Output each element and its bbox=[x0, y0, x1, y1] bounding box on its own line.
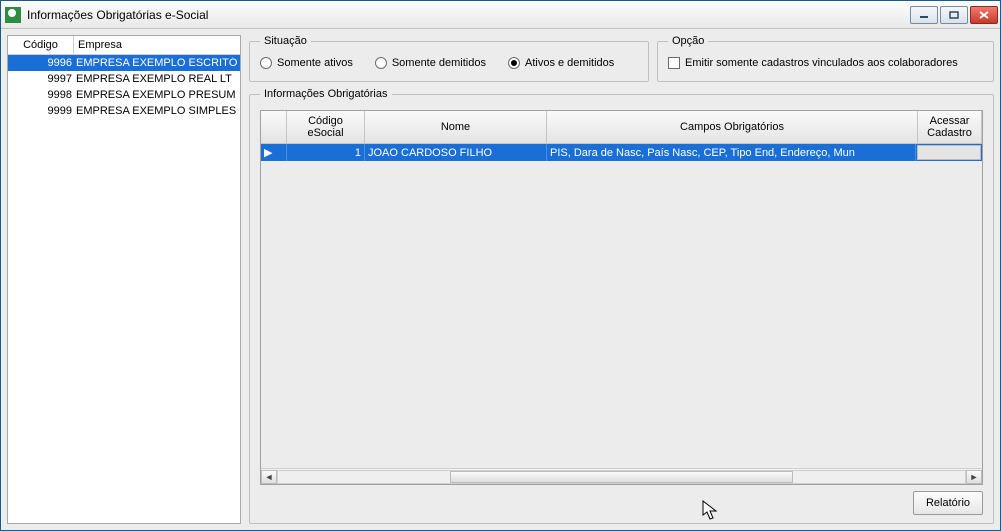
company-nome: EMPRESA EXEMPLO PRESUM bbox=[74, 89, 240, 101]
situacao-legend: Situação bbox=[260, 35, 311, 47]
col-header-acessar[interactable]: Acessar Cadastro bbox=[918, 111, 982, 144]
grid-body: ▶1JOAO CARDOSO FILHOPIS, Dara de Nasc, P… bbox=[261, 144, 982, 468]
opcao-legend: Opção bbox=[668, 35, 708, 47]
radio-label-demitidos: Somente demitidos bbox=[392, 57, 486, 69]
company-list[interactable]: Código Empresa 9996EMPRESA EXEMPLO ESCRI… bbox=[7, 35, 241, 524]
company-row[interactable]: 9996EMPRESA EXEMPLO ESCRITÓ bbox=[8, 55, 240, 71]
company-row[interactable]: 9997EMPRESA EXEMPLO REAL LT bbox=[8, 71, 240, 87]
company-row[interactable]: 9999EMPRESA EXEMPLO SIMPLES bbox=[8, 103, 240, 119]
company-nome: EMPRESA EXEMPLO ESCRITÓ bbox=[74, 57, 240, 69]
close-button[interactable] bbox=[970, 6, 998, 24]
company-nome: EMPRESA EXEMPLO REAL LT bbox=[74, 73, 240, 85]
relatorio-label: Relatório bbox=[926, 497, 970, 509]
radio-label-ativos: Somente ativos bbox=[277, 57, 353, 69]
window-title: Informações Obrigatórias e-Social bbox=[27, 8, 910, 22]
radio-somente-demitidos[interactable]: Somente demitidos bbox=[375, 57, 486, 69]
radio-ativos-e-demitidos[interactable]: Ativos e demitidos bbox=[508, 57, 614, 69]
checkbox-label: Emitir somente cadastros vinculados aos … bbox=[685, 57, 958, 69]
right-panel: Situação Somente ativos Somente demitido… bbox=[249, 35, 994, 524]
col-header-codigo-esocial[interactable]: Código eSocial bbox=[287, 111, 365, 144]
cell-codigo: 1 bbox=[287, 144, 365, 161]
company-codigo: 9997 bbox=[8, 73, 74, 85]
window-buttons bbox=[910, 6, 998, 24]
info-legend: Informações Obrigatórias bbox=[260, 88, 392, 100]
company-list-header: Código Empresa bbox=[8, 36, 240, 55]
scroll-left-icon[interactable]: ◄ bbox=[261, 470, 277, 484]
scroll-right-icon[interactable]: ► bbox=[966, 470, 982, 484]
info-obrigatorias-group: Informações Obrigatórias Código eSocial … bbox=[249, 88, 994, 524]
opcao-group: Opção Emitir somente cadastros vinculado… bbox=[657, 35, 994, 82]
checkbox-emitir-vinculados[interactable]: Emitir somente cadastros vinculados aos … bbox=[668, 57, 983, 69]
company-nome: EMPRESA EXEMPLO SIMPLES bbox=[74, 105, 240, 117]
col-header-handle bbox=[261, 111, 287, 144]
grid-row[interactable]: ▶1JOAO CARDOSO FILHOPIS, Dara de Nasc, P… bbox=[261, 144, 982, 161]
col-header-campos[interactable]: Campos Obrigatórios bbox=[547, 111, 918, 144]
titlebar[interactable]: Informações Obrigatórias e-Social bbox=[1, 1, 1000, 29]
company-list-body: 9996EMPRESA EXEMPLO ESCRITÓ9997EMPRESA E… bbox=[8, 55, 240, 523]
row-handle[interactable]: ▶ bbox=[261, 144, 287, 161]
col-header-empresa[interactable]: Empresa bbox=[74, 36, 240, 54]
scroll-thumb[interactable] bbox=[450, 471, 794, 483]
info-grid[interactable]: Código eSocial Nome Campos Obrigatórios … bbox=[260, 110, 983, 485]
grid-header: Código eSocial Nome Campos Obrigatórios … bbox=[261, 111, 982, 144]
grid-horizontal-scrollbar[interactable]: ◄ ► bbox=[261, 468, 982, 484]
company-codigo: 9998 bbox=[8, 89, 74, 101]
col-header-codigo[interactable]: Código bbox=[8, 36, 74, 54]
cell-nome: JOAO CARDOSO FILHO bbox=[365, 144, 547, 161]
company-codigo: 9999 bbox=[8, 105, 74, 117]
window-frame: Informações Obrigatórias e-Social Código… bbox=[0, 0, 1001, 531]
radio-somente-ativos[interactable]: Somente ativos bbox=[260, 57, 353, 69]
relatorio-button[interactable]: Relatório bbox=[913, 491, 983, 515]
radio-label-ambos: Ativos e demitidos bbox=[525, 57, 614, 69]
scroll-track[interactable] bbox=[277, 470, 966, 484]
minimize-button[interactable] bbox=[910, 6, 938, 24]
situacao-group: Situação Somente ativos Somente demitido… bbox=[249, 35, 649, 82]
client-area: Código Empresa 9996EMPRESA EXEMPLO ESCRI… bbox=[1, 29, 1000, 530]
col-header-nome[interactable]: Nome bbox=[365, 111, 547, 144]
company-codigo: 9996 bbox=[8, 57, 74, 69]
cell-acessar-button[interactable] bbox=[917, 145, 981, 160]
maximize-button[interactable] bbox=[940, 6, 968, 24]
cell-campos: PIS, Dara de Nasc, País Nasc, CEP, Tipo … bbox=[547, 144, 916, 161]
app-icon bbox=[5, 7, 21, 23]
company-row[interactable]: 9998EMPRESA EXEMPLO PRESUM bbox=[8, 87, 240, 103]
